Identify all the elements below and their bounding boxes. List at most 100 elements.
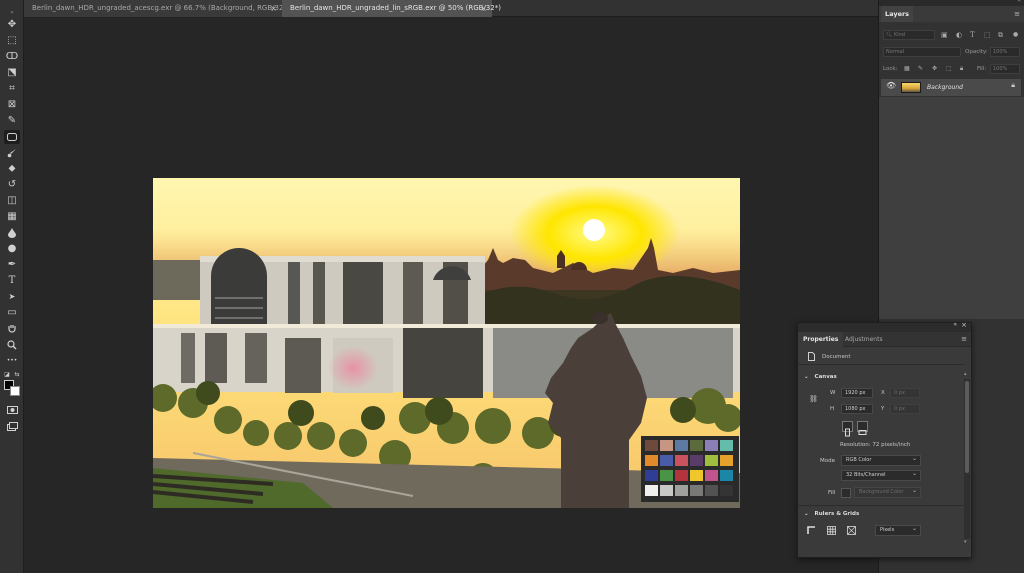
lasso-tool-icon[interactable]: ↀ	[4, 50, 20, 64]
stamp-tool-icon[interactable]: ⬥	[4, 162, 20, 176]
width-input[interactable]: 1920 px	[841, 388, 873, 398]
smart-object-filter-icon[interactable]: ⧉	[998, 28, 1003, 42]
x-label: X	[881, 390, 885, 396]
collapse-icon[interactable]: «	[1017, 0, 1021, 4]
history-brush-tool-icon[interactable]: ↺	[4, 178, 20, 192]
color-mode-select[interactable]: RGB Color	[841, 454, 921, 466]
properties-panel: « × Properties Adjustments ≡ Document ⌄ …	[797, 321, 972, 558]
healing-tool-icon[interactable]	[4, 130, 20, 144]
fill-color-swatch[interactable]	[841, 488, 851, 498]
lock-artboard-icon[interactable]: ⬚	[946, 62, 952, 76]
object-select-tool-icon[interactable]: ⬔	[4, 66, 20, 80]
y-input[interactable]: 0 px	[890, 404, 920, 414]
chevron-down-icon: ⌄	[804, 511, 809, 517]
tools-panel: » ✥ ⬚ ↀ ⬔ ⌗ ⊠ ✎ ⬥ ↺ ◫ ▦ ● ✒ T ➤ ▭ ••• ◪ …	[0, 0, 24, 573]
guides-icon[interactable]	[846, 525, 857, 536]
y-label: Y	[881, 406, 885, 412]
ruler-icon[interactable]	[806, 525, 817, 536]
tab-properties[interactable]: Properties	[798, 332, 844, 347]
document-image[interactable]	[153, 178, 740, 508]
scroll-down-icon[interactable]: ▾	[964, 539, 967, 545]
ruler-units-select[interactable]: Pixels	[875, 524, 921, 536]
eyedropper-tool-icon[interactable]: ✎	[4, 114, 20, 128]
width-label: W	[830, 390, 836, 396]
search-icon: 🔍︎	[886, 32, 893, 38]
close-icon[interactable]: ×	[961, 321, 967, 329]
pen-tool-icon[interactable]: ✒	[4, 258, 20, 272]
eye-icon[interactable]: 👁︎	[886, 81, 896, 90]
quick-mask-icon[interactable]	[4, 403, 20, 417]
crop-tool-icon[interactable]: ⌗	[4, 82, 20, 96]
tab-acescg-document[interactable]: Berlin_dawn_HDR_ungraded_acescg.exr @ 66…	[24, 0, 295, 17]
gradient-tool-icon[interactable]: ▦	[4, 210, 20, 224]
properties-scrollbar[interactable]	[964, 379, 970, 539]
rectangle-tool-icon[interactable]: ▭	[4, 306, 20, 320]
canvas-section-header[interactable]: ⌄ Canvas	[798, 371, 965, 383]
path-select-tool-icon[interactable]: ➤	[4, 290, 20, 304]
zoom-tool-icon[interactable]	[4, 338, 20, 352]
tab-adjustments[interactable]: Adjustments	[840, 332, 888, 347]
lock-position-icon[interactable]: ✥	[932, 62, 937, 76]
eraser-tool-icon[interactable]: ◫	[4, 194, 20, 208]
properties-title-bar[interactable]: « ×	[798, 321, 971, 332]
lock-all-icon[interactable]: 🔒︎	[960, 62, 963, 76]
filter-toggle-icon[interactable]: ●	[1013, 28, 1018, 42]
screen-mode-icon[interactable]	[4, 419, 20, 433]
rulers-grids-section-header[interactable]: ⌄ Rulers & Grids	[798, 508, 965, 520]
scrollbar-thumb[interactable]	[965, 381, 969, 473]
blend-mode-select[interactable]: Normal	[883, 47, 961, 57]
tab-layers[interactable]: Layers	[881, 6, 914, 22]
type-filter-icon[interactable]: T	[970, 28, 975, 42]
blur-tool-icon[interactable]	[4, 226, 20, 240]
properties-tabs: Properties Adjustments ≡	[798, 332, 971, 347]
dodge-tool-icon[interactable]: ●	[4, 242, 20, 256]
more-tools-icon[interactable]: •••	[4, 354, 20, 368]
fill-input[interactable]: 100%	[990, 64, 1020, 74]
landscape-icon	[858, 430, 867, 435]
brush-tool-icon[interactable]	[4, 146, 20, 160]
mode-label: Mode	[820, 458, 835, 464]
layer-filter-row: 🔍︎ Kind ▣ ◐ T ⬚ ⧉ ●	[879, 28, 1024, 42]
layer-kind-label: Kind	[893, 32, 905, 38]
height-input[interactable]: 1080 px	[841, 404, 873, 414]
swap-colors-icon[interactable]: ⇆	[13, 368, 21, 382]
link-icon[interactable]: ⛓	[808, 393, 819, 404]
shape-filter-icon[interactable]: ⬚	[984, 28, 991, 42]
opacity-input[interactable]: 100%	[990, 47, 1020, 57]
type-tool-icon[interactable]: T	[4, 274, 20, 288]
frame-tool-icon[interactable]: ⊠	[4, 98, 20, 112]
layer-kind-filter[interactable]: 🔍︎ Kind	[883, 30, 935, 40]
grid-icon[interactable]	[826, 525, 837, 536]
close-icon[interactable]: ×	[480, 0, 487, 17]
background-color-swatch[interactable]	[10, 386, 20, 396]
scroll-up-icon[interactable]: ▴	[964, 371, 967, 377]
hand-tool-icon[interactable]	[4, 322, 20, 336]
x-input[interactable]: 0 px	[890, 388, 920, 398]
portrait-orientation-button[interactable]	[842, 421, 853, 437]
lock-transparency-icon[interactable]: ▦	[904, 62, 910, 76]
marquee-tool-icon[interactable]: ⬚	[4, 34, 20, 48]
layer-row-background[interactable]: 👁︎ Background 🔒︎	[881, 79, 1021, 96]
adjustment-filter-icon[interactable]: ◐	[956, 28, 962, 42]
bit-depth-select[interactable]: 32 Bits/Channel	[841, 469, 921, 481]
close-icon[interactable]: ×	[270, 0, 277, 17]
document-tab-bar: Berlin_dawn_HDR_ungraded_acescg.exr @ 66…	[0, 0, 878, 17]
pixel-filter-icon[interactable]: ▣	[941, 28, 948, 42]
collapse-icon[interactable]: «	[953, 321, 957, 328]
lock-icon[interactable]: 🔒︎	[1011, 81, 1015, 90]
panel-menu-icon[interactable]: ≡	[1014, 6, 1020, 22]
tab-lin-srgb-document[interactable]: Berlin_dawn_HDR_ungraded_lin_sRGB.exr @ …	[282, 0, 501, 17]
fill-label: Fill	[828, 490, 836, 496]
move-tool-icon[interactable]: ✥	[4, 18, 20, 32]
lock-pixels-icon[interactable]: ✎	[918, 62, 923, 76]
fill-label: Fill:	[977, 66, 987, 72]
tab-acescg-label: Berlin_dawn_HDR_ungraded_acescg.exr @ 66…	[32, 4, 296, 12]
lock-fill-row: Lock: ▦ ✎ ✥ ⬚ 🔒︎ Fill: 100%	[879, 62, 1024, 76]
section-divider	[798, 505, 965, 506]
panel-menu-icon[interactable]: ≡	[961, 332, 967, 347]
fill-select[interactable]: Background Color	[854, 486, 921, 498]
canvas-title: Canvas	[814, 374, 837, 380]
chevron-down-icon: ⌄	[804, 374, 809, 380]
layers-panel-header: Layers ≡	[879, 6, 1024, 22]
landscape-orientation-button[interactable]	[857, 421, 868, 435]
